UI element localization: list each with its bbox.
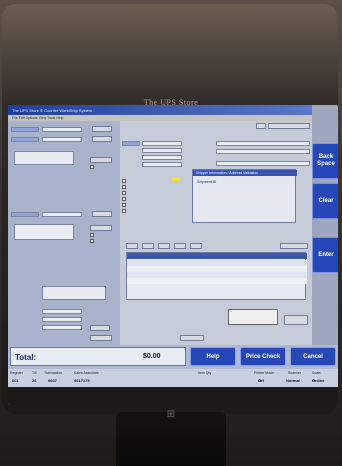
service-field-2[interactable] bbox=[142, 148, 182, 153]
status-label-scanner: Scanner bbox=[288, 371, 302, 375]
status-value-register: 001 bbox=[12, 378, 19, 383]
option-checkbox-5[interactable] bbox=[122, 203, 126, 207]
left-field-2[interactable] bbox=[42, 127, 82, 132]
lower-field-1[interactable] bbox=[42, 309, 82, 314]
window-title: The UPS Store ® Counter WorldShip System bbox=[8, 105, 312, 115]
status-bar: Register Till Transaction Sales Associat… bbox=[8, 369, 338, 387]
option-checkbox-3[interactable] bbox=[122, 191, 126, 195]
lower-field-2[interactable] bbox=[42, 317, 82, 322]
left-field-1[interactable] bbox=[11, 127, 39, 132]
left-pane bbox=[8, 121, 120, 345]
ship-to-field-2[interactable] bbox=[42, 212, 82, 217]
left-button-3[interactable] bbox=[90, 157, 112, 163]
status-value-scanner: Normal bbox=[286, 378, 300, 383]
carrier-logo-box bbox=[228, 309, 278, 325]
status-label-transaction: Transaction bbox=[44, 371, 63, 375]
nav-button-6[interactable] bbox=[280, 243, 308, 249]
option-checkbox-1[interactable] bbox=[122, 179, 126, 183]
reference-field-3[interactable] bbox=[216, 161, 310, 166]
packages-table bbox=[126, 252, 307, 300]
left-checkbox-1[interactable] bbox=[90, 165, 94, 169]
lower-field-3[interactable] bbox=[42, 325, 82, 330]
lower-button-1[interactable] bbox=[90, 325, 110, 331]
ship-to-address-block[interactable] bbox=[14, 224, 74, 240]
status-value-associate: 0617175 bbox=[74, 378, 90, 383]
ship-to-checkbox-2[interactable] bbox=[90, 239, 94, 243]
shipper-panel: Shipper Information / Address Validation… bbox=[192, 169, 297, 223]
monitor-logo-icon: ⊞ bbox=[166, 409, 176, 420]
left-field-3[interactable] bbox=[11, 137, 39, 142]
service-field[interactable] bbox=[142, 141, 182, 146]
right-pane: Shipper Information / Address Validation… bbox=[120, 121, 312, 345]
left-button-2[interactable] bbox=[92, 136, 112, 142]
service-field-label[interactable] bbox=[122, 141, 140, 146]
status-label-till: Till bbox=[32, 371, 37, 375]
pos-screen: The UPS Store ® Counter WorldShip System… bbox=[8, 105, 338, 405]
status-value-scale: Online bbox=[312, 378, 325, 383]
option-checkbox-6[interactable] bbox=[122, 209, 126, 213]
screen-lower-edge bbox=[8, 387, 338, 405]
reference-field-2[interactable] bbox=[216, 149, 310, 154]
total-amount: $0.00 bbox=[143, 353, 161, 360]
ship-to-button-1[interactable] bbox=[92, 211, 112, 217]
table-header bbox=[127, 253, 307, 259]
nav-button-2[interactable] bbox=[142, 243, 154, 249]
status-value-till: 26 bbox=[32, 378, 37, 383]
nav-button-4[interactable] bbox=[174, 243, 186, 249]
option-checkbox-4[interactable] bbox=[122, 197, 126, 201]
status-label-scale: Scale bbox=[312, 371, 321, 375]
process-button[interactable] bbox=[284, 315, 308, 325]
enter-button[interactable]: Enter bbox=[312, 237, 338, 273]
pos-total-bar: Total: $0.00 Help Price Check Cancel bbox=[8, 345, 338, 369]
status-label-item-qty: Item Qty bbox=[198, 371, 212, 375]
ship-to-button-2[interactable] bbox=[90, 225, 112, 231]
highlight-marker bbox=[172, 177, 180, 181]
nav-button-1[interactable] bbox=[126, 243, 138, 249]
address-block[interactable] bbox=[14, 151, 74, 165]
help-button[interactable]: Help bbox=[190, 347, 236, 366]
shipment-id-label: Shipment ID bbox=[197, 180, 217, 184]
price-check-button[interactable]: Price Check bbox=[240, 347, 286, 366]
clear-button[interactable]: Clear bbox=[312, 183, 338, 219]
option-checkbox-2[interactable] bbox=[122, 185, 126, 189]
reference-field-1[interactable] bbox=[216, 141, 310, 146]
minimize-button[interactable] bbox=[256, 123, 266, 129]
back-space-button[interactable]: Back Space bbox=[312, 143, 338, 179]
nav-button-3[interactable] bbox=[158, 243, 170, 249]
status-label-printer: Printer Mode bbox=[254, 371, 275, 375]
bottom-action-button[interactable] bbox=[180, 335, 204, 341]
reference-block[interactable] bbox=[42, 286, 106, 300]
status-value-transaction: 0607 bbox=[48, 378, 57, 383]
cancel-button[interactable]: Cancel bbox=[290, 347, 336, 366]
service-field-3[interactable] bbox=[142, 155, 182, 160]
nav-button-5[interactable] bbox=[190, 243, 202, 249]
shipping-application: Shipper Information / Address Validation… bbox=[8, 121, 312, 345]
left-button-1[interactable] bbox=[92, 126, 112, 132]
service-field-4[interactable] bbox=[142, 162, 182, 167]
table-row[interactable] bbox=[127, 278, 307, 284]
ship-to-checkbox-1[interactable] bbox=[90, 233, 94, 237]
status-value-printer: Off bbox=[258, 378, 264, 383]
status-label-register: Register bbox=[10, 371, 24, 375]
total-display: Total: $0.00 bbox=[10, 347, 186, 366]
shipper-panel-header: Shipper Information / Address Validation bbox=[193, 170, 297, 176]
total-label: Total: bbox=[15, 353, 37, 362]
lower-button-2[interactable] bbox=[90, 335, 112, 341]
left-field-4[interactable] bbox=[42, 137, 82, 142]
ship-to-field-1[interactable] bbox=[11, 212, 39, 217]
window-control-bar[interactable] bbox=[268, 123, 310, 129]
status-label-associate: Sales Associate bbox=[74, 371, 99, 375]
